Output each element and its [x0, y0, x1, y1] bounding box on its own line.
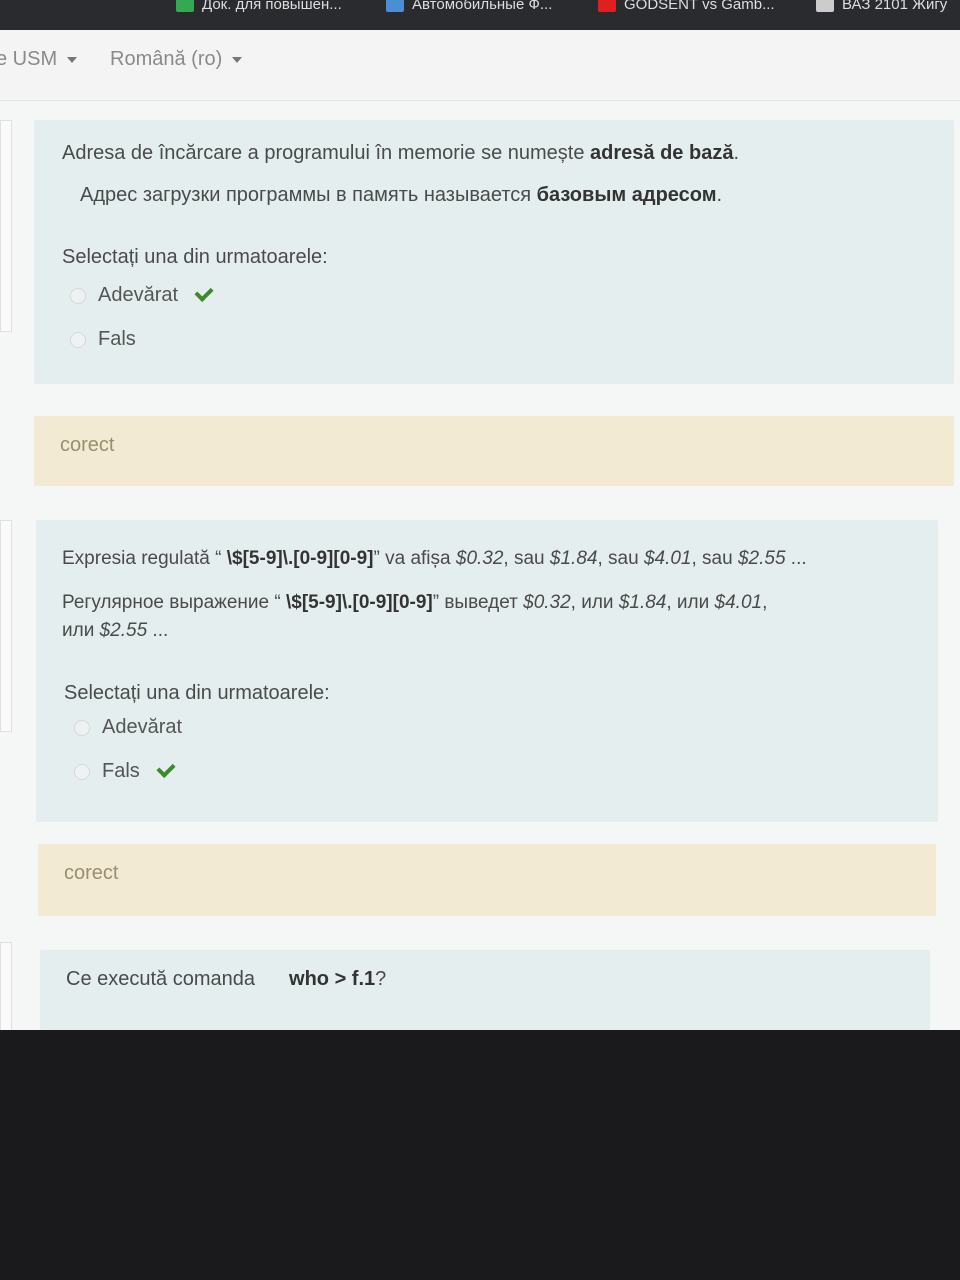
- select-prompt: Selectați una din urmatoarele:: [64, 682, 330, 704]
- value-italic: $2.55: [99, 620, 148, 641]
- value-italic: $2.55: [737, 548, 786, 569]
- bookmark-label: Док. для повышен...: [202, 0, 342, 13]
- feedback-box: corect: [38, 844, 936, 916]
- text-segment: ...: [785, 548, 807, 569]
- bookmark-item[interactable]: Автомобильные Ф...: [386, 0, 552, 13]
- question-text-ru: Адрес загрузки программы в память называ…: [80, 184, 722, 207]
- radio-button[interactable]: [74, 719, 90, 736]
- bookmark-label: Автомобильные Ф...: [412, 0, 553, 13]
- question-text: Ce execută comanda who > f.1?: [66, 968, 386, 991]
- page-icon: [816, 0, 834, 12]
- text-segment: , или: [570, 592, 619, 613]
- feedback-text: corect: [64, 862, 119, 884]
- value-italic: $4.01: [714, 592, 763, 613]
- text-segment: ” va afișa: [373, 548, 456, 569]
- feedback-box: corect: [34, 416, 954, 486]
- text-segment: Adresa de încărcare a programului în mem…: [62, 142, 591, 164]
- option-label: Fals: [98, 328, 136, 350]
- question-text-ru-cont: или $2.55 ...: [62, 620, 168, 642]
- option-false[interactable]: Fals: [70, 328, 136, 351]
- check-icon: [194, 282, 214, 303]
- text-segment: ,: [762, 592, 768, 613]
- text-segment: , sau: [597, 548, 644, 569]
- text-segment: ...: [147, 620, 169, 641]
- question-card: Adresa de încărcare a programului în mem…: [34, 120, 954, 384]
- text-segment: ?: [375, 968, 387, 990]
- option-label: Fals: [102, 760, 140, 782]
- text-segment: .: [733, 142, 740, 164]
- bookmark-item[interactable]: ВАЗ 2101 Жигу: [816, 0, 947, 13]
- question-card: Expresia regulată “ \$[5-9]\.[0-9][0-9]”…: [36, 520, 938, 822]
- text-segment: , sau: [691, 548, 738, 569]
- question-nav-edge: [0, 520, 12, 732]
- radio-button[interactable]: [74, 763, 90, 780]
- text-segment: .: [716, 184, 723, 206]
- value-italic: $4.01: [643, 548, 692, 569]
- question-nav-edge: [0, 120, 12, 332]
- option-label: Adevărat: [98, 284, 179, 306]
- site-menu-label: e USM: [0, 48, 58, 70]
- text-segment: , или: [666, 592, 715, 613]
- page-icon: [386, 0, 404, 12]
- value-italic: $0.32: [455, 548, 504, 569]
- top-navbar: e USM Română (ro): [0, 30, 960, 101]
- regex-code: \$[5-9]\.[0-9][0-9]: [226, 548, 374, 569]
- bookmark-label: ВАЗ 2101 Жигу: [842, 0, 948, 13]
- value-italic: $1.84: [618, 592, 667, 613]
- bookmarks-bar: Док. для повышен... Автомобильные Ф... G…: [0, 0, 960, 30]
- select-prompt: Selectați una din urmatoarele:: [62, 246, 328, 268]
- radio-button[interactable]: [70, 331, 86, 348]
- value-italic: $0.32: [523, 592, 571, 613]
- option-true[interactable]: Adevărat: [70, 282, 214, 307]
- text-segment: Expresia regulată “: [62, 548, 227, 569]
- value-italic: $1.84: [549, 548, 598, 569]
- checkmark-icon: [176, 0, 194, 12]
- option-false[interactable]: Fals: [74, 758, 176, 783]
- check-icon: [156, 758, 176, 779]
- text-segment: , sau: [503, 548, 550, 569]
- regex-code: \$[5-9]\.[0-9][0-9]: [285, 592, 433, 613]
- radio-button[interactable]: [70, 287, 86, 304]
- option-true[interactable]: Adevărat: [74, 716, 182, 739]
- bookmark-item[interactable]: GODSENT vs Gamb...: [598, 0, 775, 13]
- text-segment: или: [62, 620, 100, 641]
- question-text-ro: Expresia regulată “ \$[5-9]\.[0-9][0-9]”…: [62, 548, 807, 570]
- caret-down-icon: [232, 56, 243, 63]
- text-segment: ” выведет: [432, 592, 524, 613]
- language-menu[interactable]: Română (ro): [110, 48, 243, 71]
- language-label: Română (ro): [110, 48, 223, 70]
- question-nav-edge: [0, 942, 12, 1030]
- bold-term: базовым адресом: [536, 184, 717, 206]
- command-text: who > f.1: [289, 968, 376, 990]
- question-text-ro: Adresa de încărcare a programului în mem…: [62, 142, 739, 165]
- bookmark-label: GODSENT vs Gamb...: [624, 0, 775, 13]
- text-segment: Ce execută comanda: [66, 968, 256, 990]
- youtube-icon: [598, 0, 616, 12]
- bold-term: adresă de bază: [590, 142, 734, 164]
- site-menu[interactable]: e USM: [0, 48, 78, 71]
- question-card: Ce execută comanda who > f.1?: [40, 950, 930, 1030]
- monitor-bezel: [0, 1030, 960, 1280]
- bookmark-item[interactable]: Док. для повышен...: [176, 0, 342, 13]
- feedback-text: corect: [60, 434, 115, 456]
- caret-down-icon: [67, 56, 78, 63]
- option-label: Adevărat: [102, 716, 183, 738]
- question-text-ru: Регулярное выражение “ \$[5-9]\.[0-9][0-…: [62, 592, 767, 614]
- text-segment: Регулярное выражение “: [62, 592, 286, 613]
- page-content: e USM Română (ro) Adresa de încărcare a …: [0, 30, 960, 1030]
- text-segment: Адрес загрузки программы в память называ…: [80, 184, 537, 206]
